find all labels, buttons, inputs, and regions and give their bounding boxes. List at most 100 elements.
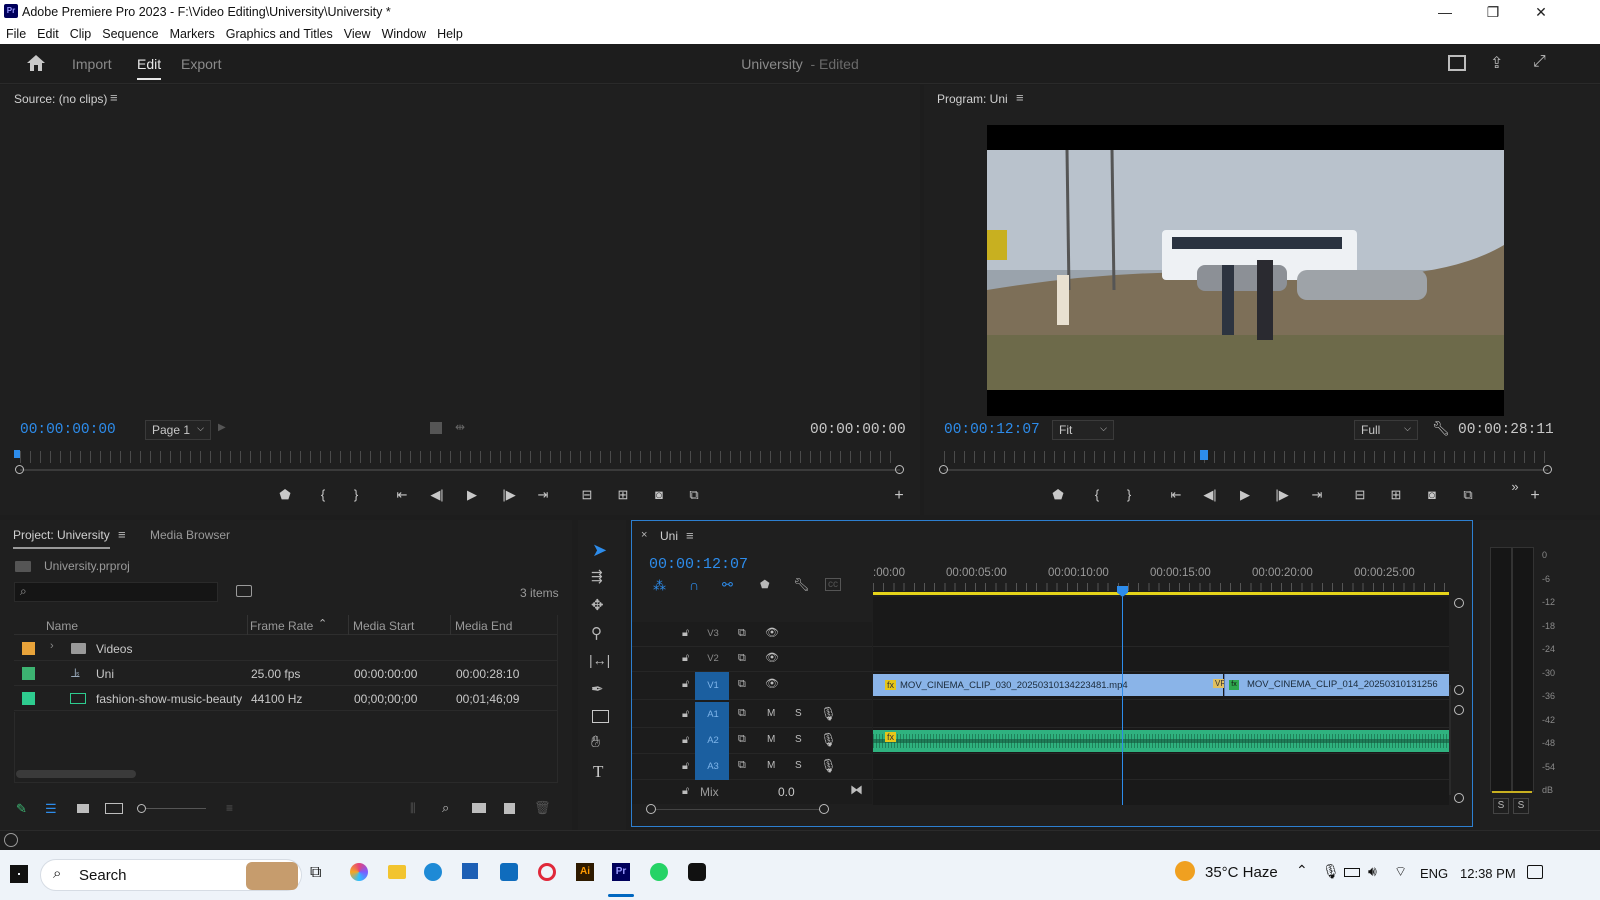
linked-selection-icon[interactable]: ⚯: [722, 577, 733, 593]
illustrator-icon[interactable]: Ai: [576, 863, 594, 881]
program-zoom-handle-right[interactable]: [1543, 465, 1552, 474]
solo-button[interactable]: S: [795, 760, 802, 771]
label-color-swatch[interactable]: [22, 692, 35, 705]
mark-in-icon[interactable]: {: [313, 487, 333, 502]
label-color-swatch[interactable]: [22, 642, 35, 655]
track-lane-v3[interactable]: [873, 622, 1449, 647]
solo-left-button[interactable]: S: [1493, 798, 1509, 814]
close-button[interactable]: ✕: [1518, 2, 1564, 22]
eye-icon[interactable]: 👁︎: [765, 626, 779, 639]
go-to-in-icon[interactable]: ⇤: [392, 487, 412, 503]
program-video-frame[interactable]: [987, 125, 1504, 416]
minimize-button[interactable]: —: [1422, 2, 1468, 22]
settings-wrench-icon[interactable]: 🔧︎: [1432, 420, 1450, 437]
vertical-zoom-handle-top[interactable]: [1454, 598, 1464, 608]
step-forward-icon[interactable]: |▶: [499, 487, 519, 503]
tab-sequence[interactable]: Uni: [660, 529, 678, 543]
program-scrubber[interactable]: [944, 469, 1548, 471]
find-icon[interactable]: ⌕: [442, 800, 449, 816]
track-label[interactable]: A2: [700, 731, 726, 751]
fit-select[interactable]: Fit ⌵: [1052, 420, 1114, 440]
step-forward-icon[interactable]: |▶: [1272, 487, 1292, 503]
maximize-button[interactable]: ❐: [1470, 2, 1516, 22]
track-label[interactable]: A1: [700, 705, 726, 725]
mark-out-icon[interactable]: }: [1119, 487, 1139, 502]
export-frame-icon[interactable]: ◙: [1422, 487, 1442, 502]
track-label[interactable]: V3: [700, 624, 726, 644]
safe-margins-icon[interactable]: [430, 422, 442, 434]
source-scrubber[interactable]: [20, 469, 900, 471]
zoom-slider-handle[interactable]: [137, 804, 146, 813]
playback-resolution-select[interactable]: Full ⌵: [1354, 420, 1418, 440]
menu-edit[interactable]: Edit: [37, 27, 59, 41]
track-label[interactable]: V1: [700, 676, 726, 696]
step-back-icon[interactable]: ◀|: [1200, 487, 1220, 503]
microphone-icon[interactable]: 🎙︎: [820, 732, 837, 748]
menu-markers[interactable]: Markers: [170, 27, 215, 41]
horizontal-scrollbar[interactable]: [656, 809, 820, 810]
add-button-icon[interactable]: +: [889, 487, 909, 505]
language-indicator[interactable]: ENG: [1420, 866, 1448, 881]
menu-sequence[interactable]: Sequence: [102, 27, 158, 41]
task-view-icon[interactable]: ⧉: [310, 864, 321, 882]
workspaces-icon[interactable]: [1448, 55, 1466, 71]
vertical-scrollbar[interactable]: [1449, 685, 1451, 795]
tab-edit[interactable]: Edit: [137, 56, 162, 80]
chevron-up-icon[interactable]: ⌃: [1296, 862, 1308, 879]
captions-icon[interactable]: cc: [825, 578, 841, 591]
lock-icon[interactable]: 🔓︎: [682, 708, 689, 721]
windows-start-icon[interactable]: [10, 865, 28, 883]
step-back-icon[interactable]: ◀|: [427, 487, 447, 503]
solo-right-button[interactable]: S: [1513, 798, 1529, 814]
overwrite-icon[interactable]: ⊞: [613, 487, 633, 503]
track-label[interactable]: V2: [700, 649, 726, 669]
program-ruler[interactable]: [944, 451, 1548, 463]
new-search-bin-icon[interactable]: [236, 585, 252, 597]
source-zoom-handle-left[interactable]: [15, 465, 24, 474]
vertical-zoom-handle[interactable]: [1454, 705, 1464, 715]
project-row[interactable]: ⫡ Uni 25.00 fps 00:00:00:00 00:00:28:10: [14, 662, 558, 686]
snap-icon[interactable]: ∩: [689, 577, 699, 593]
more-controls-icon[interactable]: »: [1505, 479, 1525, 494]
mute-button[interactable]: M: [767, 708, 775, 719]
sync-lock-icon[interactable]: ⧉: [738, 733, 746, 746]
capcut-icon[interactable]: [688, 863, 706, 881]
solo-button[interactable]: S: [795, 734, 802, 745]
mute-button[interactable]: M: [767, 760, 775, 771]
eye-icon[interactable]: 👁︎: [765, 651, 779, 664]
add-button-icon[interactable]: +: [1525, 487, 1545, 505]
project-search-input[interactable]: ⌕: [14, 582, 218, 602]
audio-clip[interactable]: fx: [873, 730, 1449, 752]
microphone-icon[interactable]: 🎙︎: [820, 706, 837, 722]
project-row[interactable]: › Videos: [14, 637, 558, 661]
vertical-zoom-handle[interactable]: [1454, 685, 1464, 695]
file-explorer-icon[interactable]: [388, 865, 406, 879]
horizontal-scrollbar[interactable]: [16, 770, 136, 778]
lock-icon[interactable]: 🔓︎: [682, 627, 689, 640]
column-media-end[interactable]: Media End: [455, 619, 512, 633]
add-marker-icon[interactable]: ⬟: [760, 578, 770, 591]
track-label[interactable]: A3: [700, 757, 726, 777]
menu-view[interactable]: View: [344, 27, 371, 41]
timeline-menu-icon[interactable]: ≡: [686, 528, 694, 543]
sort-ascending-icon[interactable]: ⌃: [318, 617, 327, 630]
go-to-in-icon[interactable]: ⇤: [1166, 487, 1186, 503]
add-marker-icon[interactable]: ⬟: [1048, 487, 1068, 503]
freeform-view-icon[interactable]: [105, 803, 123, 814]
menu-clip[interactable]: Clip: [70, 27, 92, 41]
work-area-bar[interactable]: [873, 592, 1449, 595]
drag-video-icon[interactable]: ⇹: [455, 420, 465, 434]
menu-graphics[interactable]: Graphics and Titles: [226, 27, 333, 41]
eye-icon[interactable]: 👁︎: [765, 677, 779, 690]
column-name[interactable]: Name: [46, 619, 78, 633]
mark-in-icon[interactable]: {: [1087, 487, 1107, 502]
horizontal-zoom-handle-left[interactable]: [646, 804, 656, 814]
weather-icon[interactable]: [1175, 861, 1195, 881]
pencil-icon[interactable]: ✎: [16, 801, 27, 817]
extract-icon[interactable]: ⊞: [1386, 487, 1406, 503]
sync-lock-icon[interactable]: ⧉: [738, 678, 746, 691]
lock-icon[interactable]: 🔓︎: [682, 760, 689, 773]
lift-icon[interactable]: ⊟: [1350, 487, 1370, 503]
insert-icon[interactable]: ⊟: [577, 487, 597, 503]
menu-file[interactable]: File: [6, 27, 26, 41]
